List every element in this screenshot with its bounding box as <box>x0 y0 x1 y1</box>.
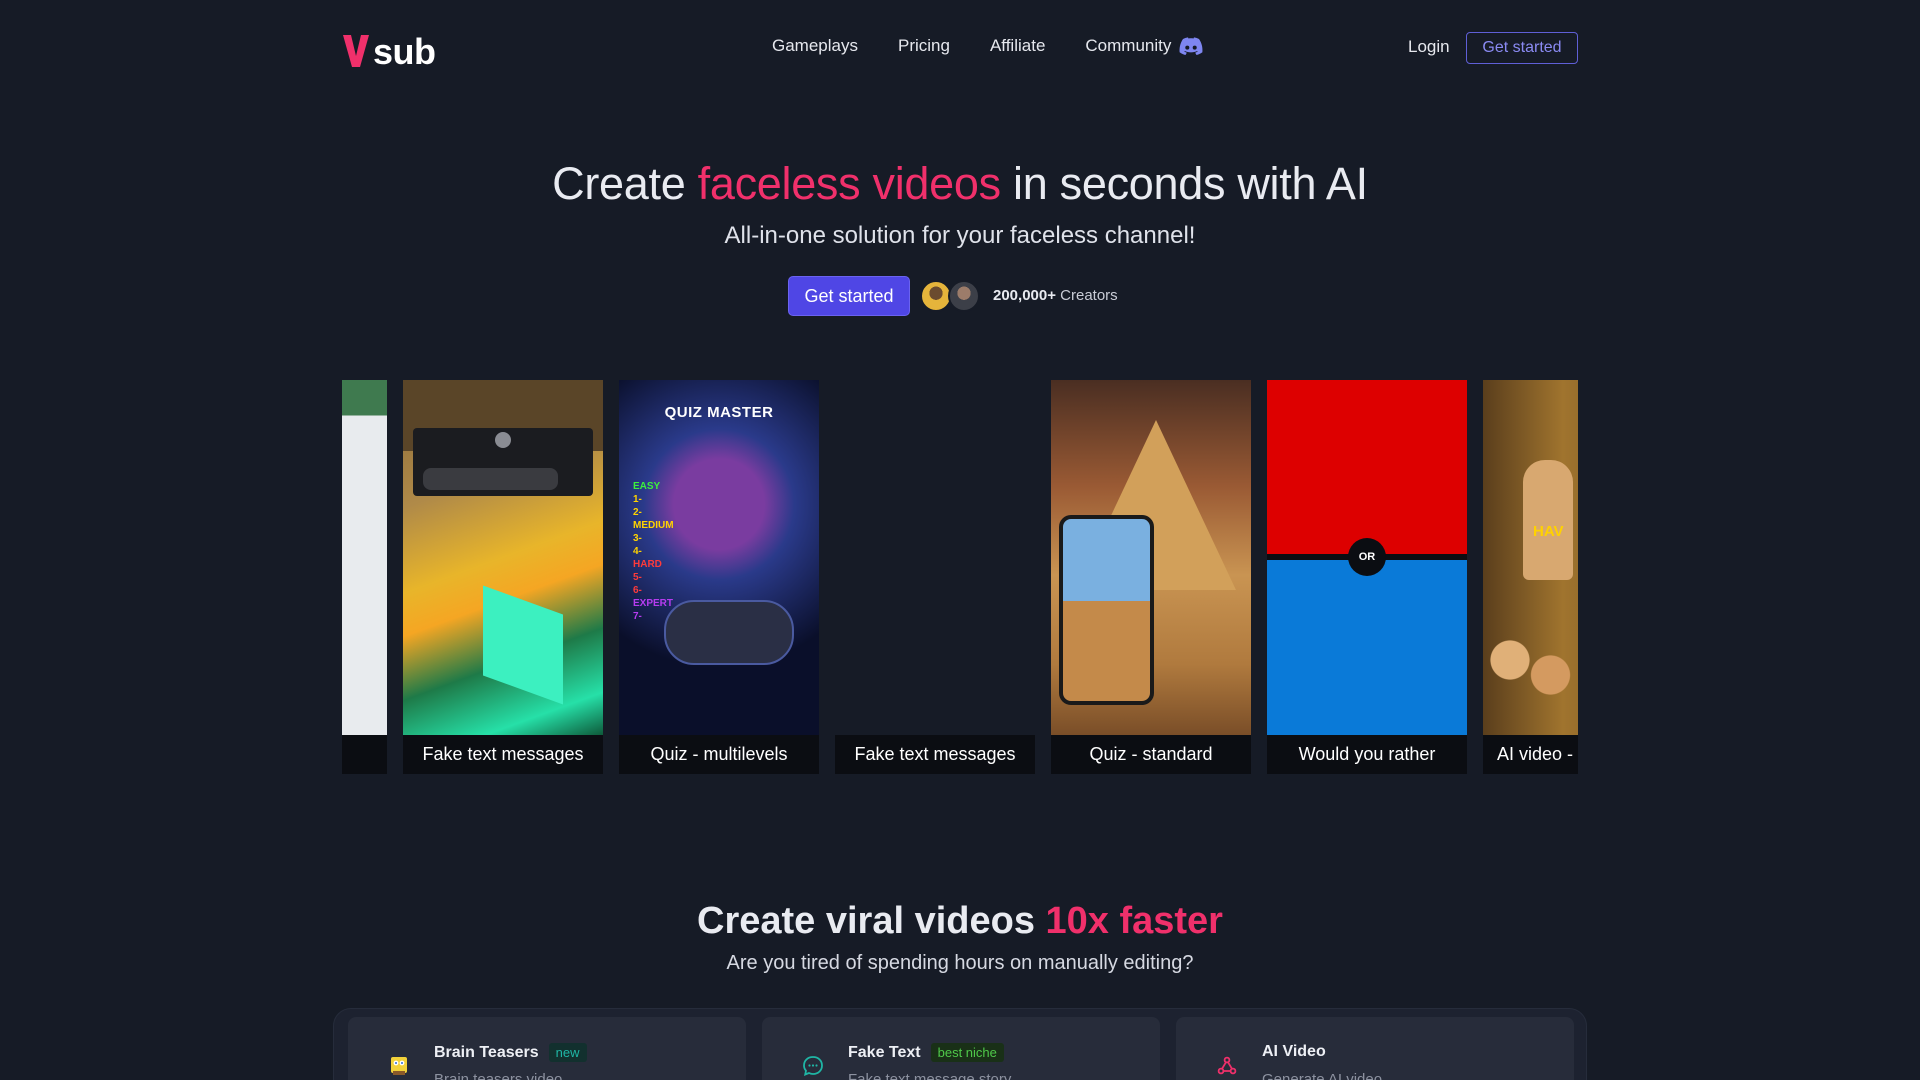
new-badge: new <box>548 1043 587 1062</box>
carousel-card[interactable]: QUIZ MASTER EASY 1- 2- MEDIUM 3- 4- HARD… <box>619 380 819 774</box>
creators-label: Creators <box>1055 287 1118 304</box>
section-title-pre: Create viral videos <box>697 900 1046 942</box>
nav-links: Gameplays Pricing Affiliate Community <box>772 36 1203 56</box>
logo-text: sub <box>373 31 436 72</box>
creators-number: 200,000+ <box>993 287 1056 304</box>
hero-get-started-button[interactable]: Get started <box>788 276 910 316</box>
feature-card-ai-video[interactable]: AI Video Generate AI video <box>1176 1017 1574 1080</box>
level-label: EXPERT <box>633 598 674 609</box>
level-label: MEDIUM <box>633 520 674 531</box>
card-thumbnail <box>403 380 603 735</box>
hero-title: Create faceless videos in seconds with A… <box>0 158 1920 210</box>
card-thumbnail: OR <box>1267 380 1467 735</box>
card-thumbnail <box>835 380 1035 735</box>
section-title-accent: 10x faster <box>1045 900 1223 942</box>
level-label: EASY <box>633 481 661 492</box>
creators-count: 200,000+ Creators <box>993 287 1118 304</box>
card-caption <box>342 735 387 774</box>
carousel-card[interactable]: Quiz - standard <box>1051 380 1251 774</box>
nav-link-pricing[interactable]: Pricing <box>898 36 950 56</box>
carousel-card[interactable]: HAV AI video - <box>1483 380 1578 774</box>
carousel-card[interactable]: Fake text messages <box>403 380 603 774</box>
template-carousel[interactable]: Fake text messages QUIZ MASTER EASY 1- 2… <box>342 380 1578 774</box>
section-title: Create viral videos 10x faster <box>0 900 1920 943</box>
card-caption: Quiz - standard <box>1051 735 1251 774</box>
gamepad-icon <box>664 600 794 665</box>
nav-get-started-button[interactable]: Get started <box>1466 32 1578 64</box>
feature-title-text: Fake Text <box>848 1043 921 1061</box>
best-niche-badge: best niche <box>930 1043 1004 1062</box>
card-thumbnail: QUIZ MASTER EASY 1- 2- MEDIUM 3- 4- HARD… <box>619 380 819 735</box>
logo-v-mark <box>343 35 369 67</box>
feature-title: AI Video <box>1262 1043 1326 1061</box>
phone-icon <box>1059 515 1154 705</box>
level-label: 5- <box>633 572 642 583</box>
feature-title-text: AI Video <box>1262 1043 1326 1060</box>
nav-link-community[interactable]: Community <box>1085 36 1171 56</box>
card-caption: Quiz - multilevels <box>619 735 819 774</box>
level-label: HARD <box>633 559 662 570</box>
creator-avatars <box>920 280 982 314</box>
section-subtitle: Are you tired of spending hours on manua… <box>726 952 1194 974</box>
carousel-card[interactable] <box>342 380 387 774</box>
level-label: 2- <box>633 507 642 518</box>
card-thumbnail: HAV <box>1483 380 1578 735</box>
discord-icon[interactable] <box>1179 37 1203 55</box>
feature-desc: Brain teasers video <box>434 1071 563 1080</box>
avatar <box>948 280 980 312</box>
login-link[interactable]: Login <box>1408 37 1450 57</box>
carousel-card[interactable]: OR Would you rather <box>1267 380 1467 774</box>
hero-title-pre: Create <box>552 158 698 209</box>
carousel-card[interactable]: Fake text messages <box>835 380 1035 774</box>
hero-title-post: in seconds with AI <box>1000 158 1368 209</box>
feature-title: Fake Text best niche <box>848 1043 1004 1062</box>
feature-title: Brain Teasers new <box>434 1043 587 1062</box>
quiz-master-title: QUIZ MASTER <box>664 404 774 421</box>
feature-title-text: Brain Teasers <box>434 1043 539 1061</box>
card-caption: Would you rather <box>1267 735 1467 774</box>
card-thumbnail <box>342 380 387 735</box>
chat-bubble-icon <box>800 1053 826 1079</box>
level-label: 6- <box>633 585 642 596</box>
card-caption: AI video - <box>1483 735 1578 774</box>
hero-subtitle: All-in-one solution for your faceless ch… <box>724 222 1196 249</box>
card-caption: Fake text messages <box>835 735 1035 774</box>
feature-card-brain-teasers[interactable]: Brain Teasers new Brain teasers video <box>348 1017 746 1080</box>
level-label: 4- <box>633 546 642 557</box>
hero-title-accent: faceless videos <box>697 158 1001 209</box>
nav-link-affiliate[interactable]: Affiliate <box>990 36 1045 56</box>
nodes-icon <box>1214 1053 1240 1079</box>
nav-link-gameplays[interactable]: Gameplays <box>772 36 858 56</box>
level-label: 3- <box>633 533 642 544</box>
quiz-levels: EASY 1- 2- MEDIUM 3- 4- HARD 5- 6- EXPER… <box>633 480 674 623</box>
card-thumbnail <box>1051 380 1251 735</box>
level-label: 1- <box>633 494 642 505</box>
overlay-text: HAV <box>1533 523 1564 540</box>
or-badge: OR <box>1348 538 1386 576</box>
feature-card-fake-text[interactable]: Fake Text best niche Fake text message st… <box>762 1017 1160 1080</box>
sponge-icon <box>386 1053 412 1079</box>
features-panel: Brain Teasers new Brain teasers video Fak… <box>333 1008 1587 1080</box>
card-caption: Fake text messages <box>403 735 603 774</box>
feature-desc: Generate AI video <box>1262 1071 1383 1080</box>
logo[interactable]: sub <box>341 28 436 70</box>
top-nav: sub Gameplays Pricing Affiliate Communit… <box>0 0 1920 96</box>
feature-desc: Fake text message story <box>848 1071 1012 1080</box>
